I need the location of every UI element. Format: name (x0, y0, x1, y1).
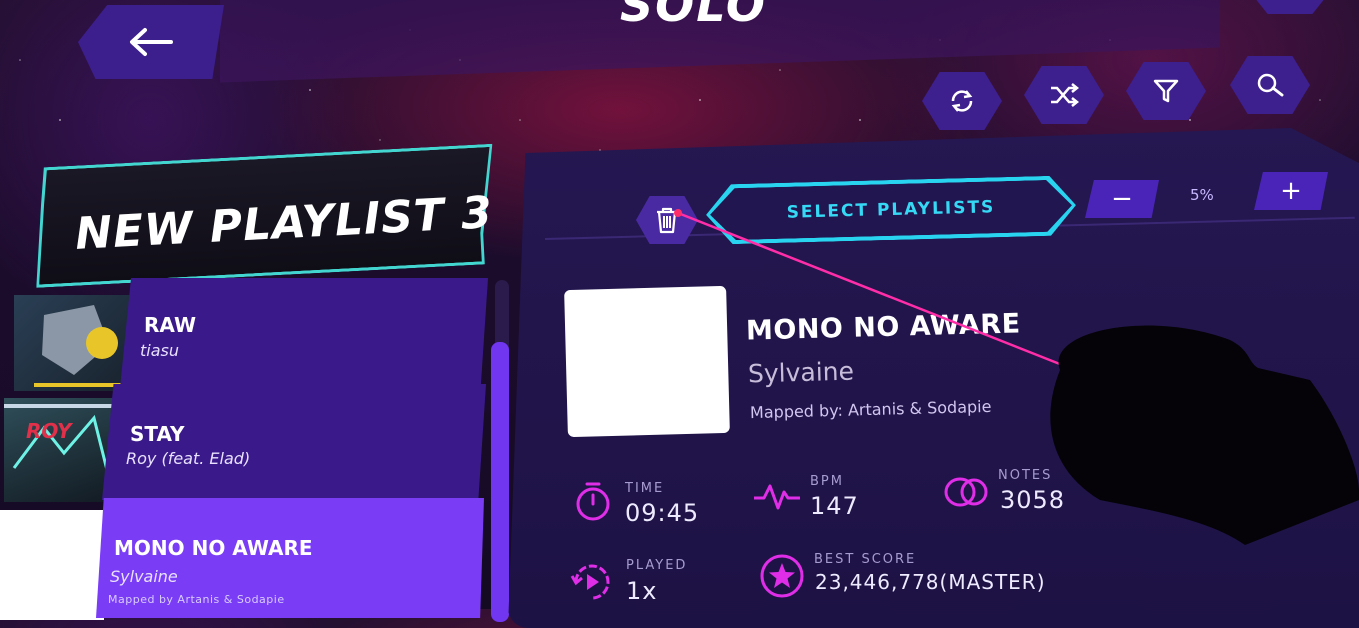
plus-icon: + (1280, 176, 1302, 206)
playlist-scrollbar-thumb[interactable] (491, 342, 509, 622)
bpm-label: BPM (810, 474, 844, 489)
select-playlists-label: SELECT PLAYLISTS (786, 197, 996, 223)
song-title: RAW (144, 313, 197, 337)
refresh-button[interactable] (922, 72, 1002, 130)
song-mapper: Mapped by Artanis & Sodapie (108, 593, 285, 606)
heartbeat-icon (754, 484, 800, 510)
minus-icon: − (1111, 184, 1133, 214)
search-button[interactable] (1230, 56, 1310, 114)
replay-icon (570, 564, 610, 600)
song-cover-stay: ROY (4, 398, 116, 502)
select-playlists-button[interactable]: SELECT PLAYLISTS (705, 175, 1076, 245)
song-cover-mono-no-aware (0, 510, 104, 620)
time-label: TIME (625, 481, 665, 496)
song-cover-raw (14, 295, 132, 391)
best-score-label: BEST SCORE (814, 552, 917, 567)
shuffle-button[interactable] (1024, 66, 1104, 124)
filter-button[interactable] (1126, 62, 1206, 120)
arrow-left-icon (130, 28, 173, 56)
refresh-icon (951, 90, 973, 112)
song-title: MONO NO AWARE (114, 536, 313, 560)
profile-button[interactable] (1250, 0, 1330, 14)
played-label: PLAYED (626, 558, 688, 573)
stopwatch-icon (576, 482, 610, 521)
notes-value: 3058 (1000, 486, 1066, 514)
album-art-image: ROY (4, 404, 116, 479)
speed-decrease-button[interactable]: − (1085, 180, 1159, 218)
song-title: STAY (130, 422, 185, 446)
notes-icon (944, 477, 988, 507)
best-score-value: 23,446,778(MASTER) (815, 570, 1046, 594)
speed-increase-button[interactable]: + (1254, 172, 1328, 210)
song-artist: tiasu (140, 341, 179, 360)
speed-percent: 5% (1190, 186, 1214, 204)
filter-icon (1153, 79, 1179, 103)
shuffle-icon (1051, 83, 1080, 107)
svg-text:ROY: ROY (26, 419, 74, 443)
back-button[interactable] (78, 5, 224, 79)
search-icon (1257, 73, 1284, 97)
song-artist: Roy (feat. Elad) (126, 449, 251, 468)
song-detail-artist: Sylvaine (747, 356, 855, 389)
star-icon (760, 554, 804, 598)
notes-label: NOTES (998, 468, 1053, 483)
song-cover-large (564, 285, 730, 438)
played-value: 1x (626, 577, 658, 605)
time-value: 09:45 (625, 499, 700, 527)
album-art-image (34, 305, 132, 387)
trash-icon (657, 207, 677, 234)
song-artist: Sylvaine (110, 567, 178, 586)
screen-title: SOLO (620, 0, 768, 32)
bpm-value: 147 (810, 492, 859, 520)
